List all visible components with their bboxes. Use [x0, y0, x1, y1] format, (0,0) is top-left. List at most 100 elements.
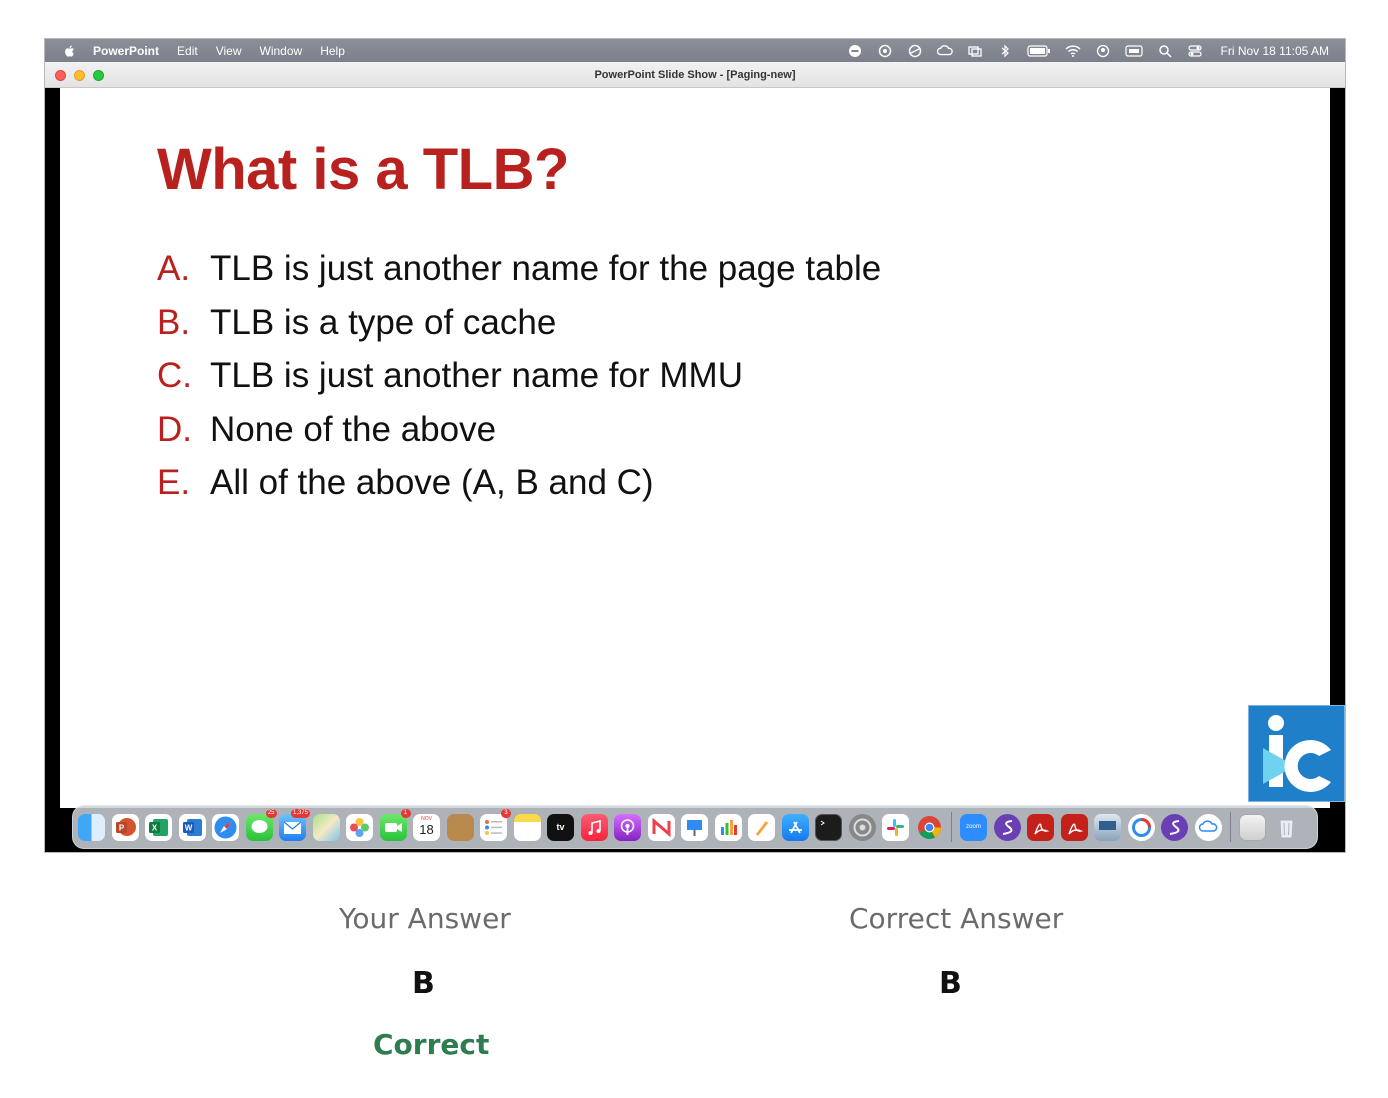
close-window-button[interactable] — [55, 70, 66, 81]
control-center-icon[interactable] — [1187, 44, 1203, 58]
powerpoint-icon[interactable]: P — [111, 813, 139, 841]
creative-cloud-icon[interactable] — [936, 44, 953, 58]
slack-icon[interactable] — [882, 813, 909, 841]
zoom-icon[interactable]: zoom — [960, 813, 987, 841]
podcasts-icon[interactable] — [614, 813, 641, 841]
contacts-icon[interactable] — [446, 813, 474, 841]
calendar-day: 18 — [419, 821, 434, 837]
menubar-clock[interactable]: Fri Nov 18 11:05 AM — [1221, 44, 1330, 58]
option-letter: A. — [157, 249, 191, 288]
system-preferences-icon[interactable] — [848, 813, 876, 841]
window-title: PowerPoint Slide Show - [Paging-new] — [594, 68, 796, 81]
maps-icon[interactable] — [312, 813, 340, 841]
window-title-bar[interactable]: PowerPoint Slide Show - [Paging-new] — [45, 62, 1345, 88]
spotlight-search-icon[interactable] — [1157, 44, 1173, 58]
mail-icon[interactable]: 1,375 — [279, 808, 310, 841]
excel-icon[interactable]: X — [145, 813, 172, 841]
messages-badge: 25 — [265, 808, 277, 818]
apple-menu-icon[interactable] — [63, 44, 77, 58]
correct-answer-heading: Correct Answer — [849, 902, 1064, 935]
apple-tv-label: tv — [556, 821, 565, 832]
trash-icon[interactable] — [1273, 814, 1300, 841]
dock-separator — [951, 812, 952, 842]
safari-icon[interactable] — [212, 813, 239, 841]
finder-icon[interactable] — [78, 813, 105, 841]
reminders-icon[interactable]: 3 — [480, 808, 511, 841]
option-text: All of the above (A, B and C) — [210, 463, 654, 502]
slide-show-area: What is a TLB? A. TLB is just another na… — [45, 88, 1345, 852]
sync-app-icon[interactable] — [1127, 813, 1155, 841]
calendar-icon[interactable]: NOV 18 — [413, 813, 440, 841]
menu-app-name[interactable]: PowerPoint — [93, 44, 159, 58]
option-text: TLB is just another name for the page ta… — [210, 249, 882, 288]
music-icon[interactable] — [580, 813, 608, 841]
screenshot-frame: PowerPoint Edit View Window Help Fri Nov… — [44, 38, 1346, 853]
menu-window[interactable]: Window — [260, 44, 303, 58]
icloud-icon[interactable] — [1194, 813, 1222, 841]
macos-menu-bar: PowerPoint Edit View Window Help Fri Nov… — [45, 39, 1345, 62]
messages-icon[interactable]: 25 — [245, 808, 277, 841]
svg-text:W: W — [184, 823, 192, 832]
option-a: A. TLB is just another name for the page… — [157, 249, 881, 303]
bluetooth-icon[interactable] — [997, 44, 1013, 58]
user-icon[interactable] — [1095, 44, 1111, 58]
keynote-icon[interactable] — [681, 813, 708, 841]
sync-icon[interactable] — [877, 44, 893, 58]
option-letter: C. — [157, 356, 192, 395]
zoom-label: zoom — [966, 823, 981, 830]
pages-icon[interactable] — [748, 813, 775, 841]
option-c: C. TLB is just another name for MMU — [157, 356, 881, 410]
mail-badge: 1,375 — [290, 808, 310, 818]
battery-icon[interactable] — [1026, 44, 1051, 58]
terminal-icon[interactable] — [815, 813, 842, 841]
facetime-badge: 1 — [400, 808, 411, 818]
menu-view[interactable]: View — [216, 44, 242, 58]
status-area: Fri Nov 18 11:05 AM — [847, 39, 1330, 62]
chrome-icon[interactable] — [916, 814, 943, 841]
numbers-icon[interactable] — [714, 813, 742, 841]
zoom-window-button[interactable] — [93, 70, 104, 81]
iclicker-logo-icon[interactable] — [1248, 705, 1345, 802]
keyboard-icon[interactable] — [1124, 44, 1143, 58]
preview-icon[interactable] — [1094, 813, 1121, 841]
slide-title: What is a TLB? — [157, 137, 569, 202]
option-text: TLB is just another name for MMU — [210, 356, 743, 395]
notes-icon[interactable] — [513, 813, 541, 841]
result-status: Correct — [373, 1028, 490, 1061]
apple-tv-icon[interactable]: tv — [547, 813, 574, 841]
word-icon[interactable]: W — [178, 813, 206, 841]
option-letter: E. — [157, 463, 191, 502]
dock-separator — [1230, 812, 1231, 842]
acrobat-reader-icon[interactable] — [1060, 813, 1088, 841]
correct-answer-value: B — [939, 966, 962, 1001]
documents-stack-icon[interactable] — [1239, 813, 1266, 841]
photos-icon[interactable] — [346, 813, 373, 841]
your-answer-value: B — [412, 966, 435, 1001]
reminders-badge: 3 — [501, 808, 511, 818]
news-icon[interactable] — [647, 813, 675, 841]
minimize-window-button[interactable] — [74, 70, 85, 81]
screen-record-icon[interactable] — [847, 44, 863, 58]
emacs-alt-icon[interactable] — [1161, 813, 1188, 841]
option-b: B. TLB is a type of cache — [157, 303, 881, 357]
wifi-icon[interactable] — [1064, 44, 1081, 58]
traffic-lights — [55, 70, 104, 81]
option-text: None of the above — [210, 409, 497, 449]
option-e: E. All of the above (A, B and C) — [157, 463, 881, 517]
no-entry-icon[interactable] — [907, 44, 923, 58]
svg-text:P: P — [118, 823, 124, 832]
menu-edit[interactable]: Edit — [177, 44, 198, 58]
facetime-icon[interactable]: 1 — [379, 808, 411, 841]
acrobat-icon[interactable] — [1027, 813, 1054, 841]
option-letter: B. — [157, 302, 191, 342]
option-d: D. None of the above — [157, 410, 881, 464]
app-store-icon[interactable] — [781, 813, 809, 841]
screen-mirroring-icon[interactable] — [967, 44, 983, 58]
answer-options: A. TLB is just another name for the page… — [157, 249, 881, 517]
macos-dock: P X W 25 1,375 1 NOV 18 3 tv zoom — [72, 805, 1318, 849]
option-text: TLB is a type of cache — [210, 302, 557, 342]
svg-text:X: X — [152, 823, 158, 832]
emacs-icon[interactable] — [993, 813, 1021, 841]
menu-help[interactable]: Help — [320, 44, 345, 58]
slide[interactable]: What is a TLB? A. TLB is just another na… — [60, 88, 1330, 808]
